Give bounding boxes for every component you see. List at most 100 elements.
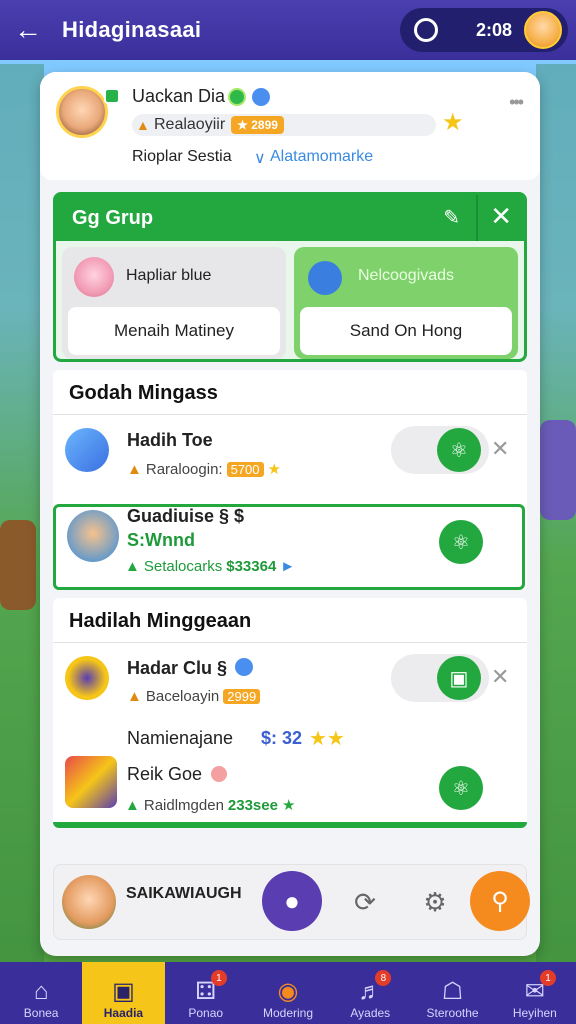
group-action-button[interactable]: ● bbox=[262, 871, 322, 931]
star-icon: ★ bbox=[267, 461, 281, 478]
time-display: 2:08 bbox=[476, 19, 513, 40]
level-icon: ▲ bbox=[136, 117, 150, 133]
section-weekly-rewards: Hadilah Minggeaan Hadar Clu § ▲ Baceloay… bbox=[53, 598, 527, 828]
section-title: Hadilah Minggeaan bbox=[69, 610, 252, 632]
background-building-left bbox=[0, 520, 36, 610]
verified-blue-icon bbox=[235, 658, 253, 676]
profile-link[interactable]: Alatamomarke bbox=[270, 148, 373, 166]
coin-icon: ◉ bbox=[277, 978, 299, 1005]
item-name: Hadih Toe bbox=[127, 430, 213, 450]
item-sub-label: Raraloogin: bbox=[145, 460, 223, 478]
section-bottom-bar bbox=[53, 822, 527, 828]
item-sub-label: Setalocarks bbox=[143, 558, 223, 575]
item-name-secondary: S:Wnnd bbox=[127, 530, 195, 550]
clock-icon bbox=[414, 18, 438, 42]
key-icon[interactable]: ⚲ bbox=[470, 871, 530, 931]
nav-label: Heyihen bbox=[512, 1006, 557, 1020]
nav-label: Modering bbox=[262, 1006, 313, 1020]
member-name: Nelcoogivads bbox=[358, 267, 455, 284]
dismiss-icon[interactable]: ✕ bbox=[491, 436, 509, 462]
group-box: Gg Grup ✎ ✕ Hapliar blue Menaih Matiney … bbox=[53, 192, 527, 362]
item-sub: ▲ Raidlmgden 233see ★ bbox=[125, 796, 296, 815]
member-card-1: Hapliar blue Menaih Matiney bbox=[62, 247, 286, 359]
verified-green-icon bbox=[228, 88, 246, 106]
background-building-right bbox=[540, 420, 576, 520]
nav-label: Haadia bbox=[103, 1006, 144, 1020]
bottom-navigation: ⌂ Bonea ▣ Haadia 1 ⚃ Ponao ◉ Modering 8 … bbox=[0, 962, 576, 1024]
item-sub-label: Raidlmgden bbox=[143, 796, 224, 814]
nav-item-home[interactable]: ⌂ Bonea bbox=[0, 962, 82, 1024]
item-name: Namienajane bbox=[127, 728, 234, 748]
level-label: Realaoyiir bbox=[154, 116, 226, 133]
edit-icon[interactable]: ✎ bbox=[443, 205, 460, 230]
nav-item-coin[interactable]: ◉ Modering bbox=[247, 962, 329, 1024]
item-sub: ▲ Raraloogin: 5700 ★ bbox=[127, 460, 281, 479]
nav-item-chat[interactable]: 1 ✉ Heyihen bbox=[494, 962, 576, 1024]
nav-item-screen[interactable]: ▣ Haadia bbox=[82, 962, 165, 1024]
member-name: Hapliar blue bbox=[126, 267, 212, 284]
shop-icon: ☖ bbox=[441, 978, 464, 1005]
section-title: Godah Mingass bbox=[69, 382, 218, 404]
settings-gear-icon[interactable]: ⚙ bbox=[418, 885, 452, 919]
player-name: SAIKAWIAUGH bbox=[126, 885, 242, 902]
close-icon[interactable]: ✕ bbox=[490, 201, 512, 232]
nav-item-bell[interactable]: 8 ♬ Ayades bbox=[329, 962, 411, 1024]
group-header: Gg Grup ✎ ✕ bbox=[56, 195, 524, 241]
item-icon bbox=[65, 428, 109, 472]
claim-button[interactable]: ⚛ bbox=[437, 428, 481, 472]
item-sub: ▲ Baceloayin 2999 bbox=[127, 688, 261, 705]
item-badge: 2999 bbox=[223, 689, 261, 704]
notification-badge: 1 bbox=[539, 970, 556, 986]
page-title: Hidaginasaai bbox=[62, 17, 202, 42]
item-badge: 233see bbox=[227, 796, 278, 814]
back-arrow-icon[interactable]: ← bbox=[14, 14, 46, 46]
item-sub: ▲ Setalocarks $33364 ► bbox=[125, 558, 296, 575]
background-left-column bbox=[0, 64, 44, 964]
user-avatar[interactable] bbox=[524, 11, 562, 49]
nav-label: Ponao bbox=[188, 1006, 224, 1020]
badge-icon bbox=[211, 766, 227, 782]
top-bar: ← Hidaginasaai 2:08 bbox=[0, 0, 576, 60]
screen-icon: ▣ bbox=[112, 978, 135, 1005]
item-badge: $33364 bbox=[226, 558, 277, 575]
link-icon: ∨ bbox=[254, 150, 266, 167]
nav-label: Bonea bbox=[23, 1006, 59, 1020]
level-badge: ★ 2899 bbox=[231, 116, 284, 134]
star-icon: ★ bbox=[442, 109, 464, 136]
member-action-button[interactable]: Sand On Hong bbox=[300, 307, 512, 355]
claim-button[interactable]: ⚛ bbox=[439, 520, 483, 564]
dismiss-icon[interactable]: ✕ bbox=[491, 664, 509, 690]
player-avatar[interactable] bbox=[62, 875, 116, 929]
profile-subtitle: Rioplar Sestia bbox=[132, 148, 232, 165]
notification-badge: 8 bbox=[375, 970, 392, 986]
member-avatar bbox=[308, 261, 342, 295]
section-divider bbox=[53, 642, 527, 643]
nav-label: Ayades bbox=[350, 1006, 391, 1020]
tag-icon: ► bbox=[280, 558, 296, 575]
group-title: Gg Grup bbox=[72, 206, 154, 229]
refresh-icon[interactable]: ⟳ bbox=[348, 885, 382, 919]
item-name-secondary: Reik Goe bbox=[127, 764, 203, 784]
profile-name: Uackan Dia bbox=[132, 86, 226, 106]
status-capsule: 2:08 bbox=[400, 8, 568, 52]
star-icon: ★ bbox=[281, 797, 296, 814]
section-divider bbox=[53, 414, 527, 415]
home-icon: ⌂ bbox=[33, 978, 49, 1005]
notification-badge: 1 bbox=[210, 970, 227, 986]
action-bar: SAIKAWIAUGH ● ⟳ ⚙ ⚲ bbox=[53, 864, 530, 940]
more-options-icon[interactable]: ••• bbox=[509, 92, 524, 113]
claim-button[interactable]: ⚛ bbox=[439, 766, 483, 810]
nav-item-dice[interactable]: 1 ⚃ Ponao bbox=[165, 962, 247, 1024]
main-panel: Uackan Dia ▲ Realaoyiir ★ 2899 ★ ••• Rio… bbox=[40, 72, 540, 956]
profile-avatar[interactable] bbox=[56, 86, 108, 138]
nav-item-shop[interactable]: ☖ Steroothe bbox=[411, 962, 493, 1024]
member-avatar bbox=[74, 257, 114, 297]
item-badge: 5700 bbox=[226, 461, 264, 477]
member-action-button[interactable]: Menaih Matiney bbox=[68, 307, 280, 355]
item-icon bbox=[65, 656, 109, 700]
item-value: $: 32 bbox=[261, 728, 303, 748]
member-card-2: Nelcoogivads Sand On Hong bbox=[294, 247, 518, 359]
profile-card: Uackan Dia ▲ Realaoyiir ★ 2899 ★ ••• Rio… bbox=[40, 72, 540, 180]
claim-button[interactable]: ▣ bbox=[437, 656, 481, 700]
item-icon bbox=[67, 510, 119, 562]
